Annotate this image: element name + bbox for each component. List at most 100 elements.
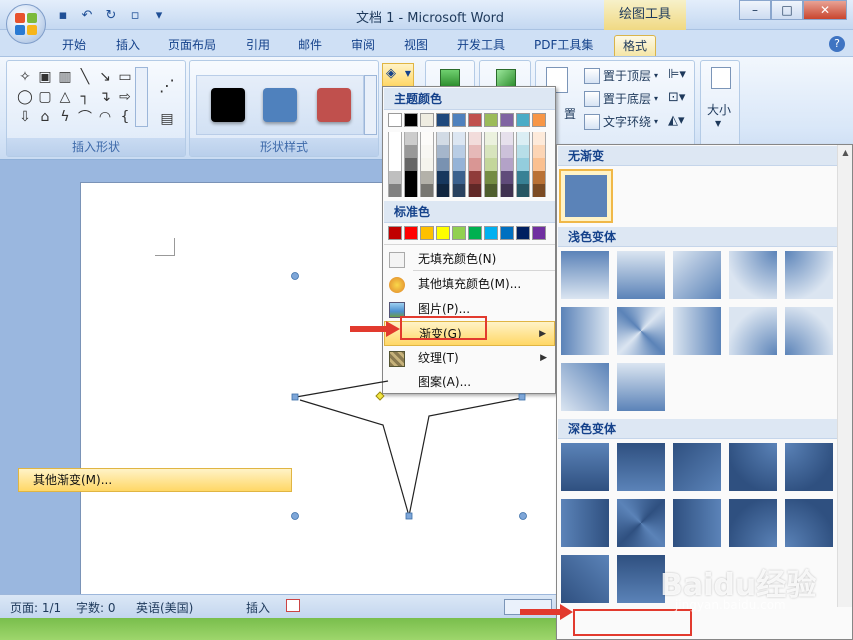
curve-shape-icon[interactable]: ⌒ — [75, 107, 95, 127]
theme-shade-swatch[interactable] — [484, 132, 498, 145]
theme-shade-swatch[interactable] — [404, 145, 418, 158]
theme-shade-swatch[interactable] — [516, 132, 530, 145]
print-preview-icon[interactable]: ▫ — [126, 6, 144, 24]
more-gradients-item[interactable]: 其他渐变(M)... — [18, 468, 292, 492]
gradient-option[interactable] — [729, 251, 777, 299]
theme-shade-swatch[interactable] — [484, 158, 498, 171]
theme-shade-swatch[interactable] — [388, 158, 402, 171]
standard-color-swatch[interactable] — [388, 226, 402, 240]
rectangle-shape-icon[interactable]: ▭ — [115, 67, 135, 87]
gradient-option[interactable] — [617, 363, 665, 411]
right-arrow-shape-icon[interactable]: ⇨ — [115, 87, 135, 107]
elbow-connector-shape-icon[interactable]: ┐ — [75, 87, 95, 107]
theme-shade-swatch[interactable] — [388, 145, 402, 158]
theme-shade-swatch[interactable] — [436, 132, 450, 145]
shapes-gallery-scroll[interactable] — [135, 67, 148, 127]
elbow-arrow-shape-icon[interactable]: ↴ — [95, 87, 115, 107]
theme-shade-swatch[interactable] — [436, 184, 450, 197]
undo-icon[interactable]: ↶ — [78, 6, 96, 24]
theme-color-swatch[interactable] — [388, 113, 402, 127]
shape-styles-scroll[interactable] — [364, 75, 377, 135]
theme-shade-swatch[interactable] — [532, 171, 546, 184]
group-icon[interactable]: ⊡▾ — [668, 90, 685, 105]
pattern-fill-item[interactable]: 图案(A)... — [384, 370, 555, 395]
theme-shade-swatch[interactable] — [532, 184, 546, 197]
theme-color-swatch[interactable] — [452, 113, 466, 127]
theme-shade-swatch[interactable] — [452, 145, 466, 158]
down-arrow-shape-icon[interactable]: ⇩ — [15, 107, 35, 127]
style-swatch-blue[interactable] — [263, 88, 297, 122]
theme-shade-swatch[interactable] — [500, 158, 514, 171]
theme-shade-swatch[interactable] — [452, 158, 466, 171]
tab-references[interactable]: 引用 — [238, 35, 278, 56]
standard-color-swatch[interactable] — [452, 226, 466, 240]
triangle-shape-icon[interactable]: △ — [55, 87, 75, 107]
textbox-shape-icon[interactable]: ▣ — [35, 67, 55, 87]
standard-color-swatch[interactable] — [436, 226, 450, 240]
theme-shade-swatch[interactable] — [452, 171, 466, 184]
theme-shade-swatch[interactable] — [420, 184, 434, 197]
gradient-option[interactable] — [729, 443, 777, 491]
brace-shape-icon[interactable]: { — [115, 107, 135, 127]
theme-shade-swatch[interactable] — [436, 158, 450, 171]
macro-record-icon[interactable] — [286, 599, 300, 612]
draw-textbox-icon[interactable]: ▤ — [157, 109, 177, 129]
theme-shade-swatch[interactable] — [468, 158, 482, 171]
tab-mailings[interactable]: 邮件 — [290, 35, 330, 56]
rotate-icon[interactable]: ◭▾ — [668, 113, 685, 128]
texture-fill-item[interactable]: 纹理(T) ▶ — [384, 346, 555, 371]
gradient-option[interactable] — [617, 443, 665, 491]
theme-color-swatch[interactable] — [468, 113, 482, 127]
gradient-option[interactable] — [617, 555, 665, 603]
theme-shade-swatch[interactable] — [388, 184, 402, 197]
no-fill-item[interactable]: 无填充颜色(N) — [384, 247, 555, 272]
status-word-count[interactable]: 字数: 0 — [76, 599, 116, 616]
standard-color-swatch[interactable] — [516, 226, 530, 240]
theme-shade-swatch[interactable] — [388, 132, 402, 145]
tab-insert[interactable]: 插入 — [108, 35, 148, 56]
standard-color-swatch[interactable] — [484, 226, 498, 240]
theme-shade-swatch[interactable] — [532, 132, 546, 145]
gradient-option[interactable] — [729, 307, 777, 355]
theme-shade-swatch[interactable] — [404, 184, 418, 197]
arc-shape-icon[interactable]: ◠ — [95, 107, 115, 127]
3d-effects-icon[interactable] — [496, 69, 516, 87]
style-swatch-red[interactable] — [317, 88, 351, 122]
status-page[interactable]: 页面: 1/1 — [10, 599, 61, 616]
freeform-shape-icon[interactable]: ⌂ — [35, 107, 55, 127]
gradient-option[interactable] — [729, 499, 777, 547]
theme-shade-swatch[interactable] — [484, 171, 498, 184]
theme-shade-swatch[interactable] — [420, 145, 434, 158]
theme-shade-swatch[interactable] — [436, 145, 450, 158]
theme-shade-swatch[interactable] — [468, 184, 482, 197]
theme-color-swatch[interactable] — [436, 113, 450, 127]
gradient-option[interactable] — [785, 499, 833, 547]
theme-color-swatch[interactable] — [532, 113, 546, 127]
theme-shade-swatch[interactable] — [500, 171, 514, 184]
oval-shape-icon[interactable]: ◯ — [15, 87, 35, 107]
tab-developer[interactable]: 开发工具 — [449, 35, 513, 56]
gradient-option[interactable] — [561, 499, 609, 547]
gradient-option[interactable] — [561, 363, 609, 411]
maximize-button[interactable]: □ — [771, 0, 803, 20]
theme-shade-swatch[interactable] — [436, 171, 450, 184]
theme-shade-swatch[interactable] — [484, 145, 498, 158]
tab-format[interactable]: 格式 — [614, 35, 657, 56]
standard-color-swatch[interactable] — [404, 226, 418, 240]
theme-shade-swatch[interactable] — [532, 145, 546, 158]
shape-fill-button[interactable]: ◈ ▼ — [382, 63, 414, 87]
help-icon[interactable]: ? — [829, 36, 845, 52]
edit-points-icon[interactable]: ⋰ — [157, 75, 177, 95]
redo-icon[interactable]: ↻ — [102, 6, 120, 24]
gradient-option[interactable] — [673, 251, 721, 299]
gradient-option[interactable] — [785, 251, 833, 299]
theme-shade-swatch[interactable] — [420, 171, 434, 184]
tab-page-layout[interactable]: 页面布局 — [160, 35, 224, 56]
gradient-scrollbar[interactable]: ▲ — [837, 145, 852, 607]
theme-color-swatch[interactable] — [420, 113, 434, 127]
status-insert-mode[interactable]: 插入 — [246, 599, 270, 616]
tab-review[interactable]: 审阅 — [343, 35, 383, 56]
send-to-back-button[interactable]: 置于底层 ▾ — [584, 90, 658, 107]
tab-pdf-tools[interactable]: PDF工具集 — [526, 35, 601, 56]
line-shape-icon[interactable]: ╲ — [75, 67, 95, 87]
